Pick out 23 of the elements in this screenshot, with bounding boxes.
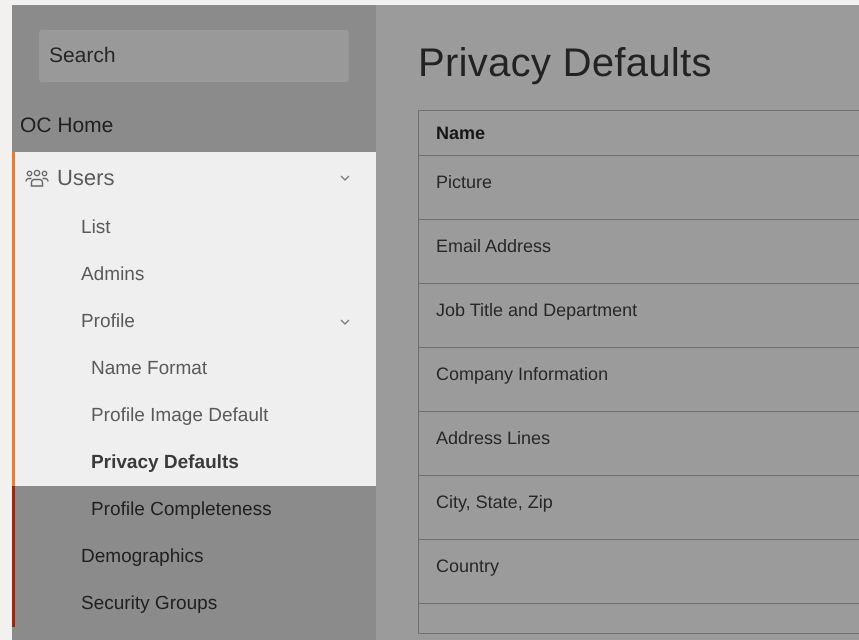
sidebar-item[interactable]: Profile [81, 310, 135, 332]
sidebar-item[interactable]: Privacy Defaults [91, 452, 239, 474]
sidebar-item[interactable]: Admins [81, 264, 144, 286]
sidebar-item[interactable]: Name Format [91, 358, 208, 380]
chevron-icon[interactable] [340, 175, 350, 181]
table-cell: Job Title and Department [418, 284, 859, 348]
users-icon [25, 169, 49, 187]
search-field[interactable]: Search [39, 30, 349, 82]
sidebar-item[interactable]: Profile Completeness [91, 498, 272, 520]
table-cell: Company Information [418, 348, 859, 412]
table-cell: Address Lines [418, 412, 859, 476]
page-title: Privacy Defaults [418, 41, 713, 86]
sidebar-item[interactable]: Users [25, 165, 114, 191]
table-cell: Picture [418, 156, 859, 220]
sidebar-item[interactable]: Demographics [81, 546, 204, 568]
sidebar-item[interactable]: OC Home [20, 114, 114, 138]
sidebar-item[interactable]: Security Groups [81, 592, 218, 614]
table-cell: Country [418, 540, 859, 604]
sidebar-item[interactable]: List [81, 216, 111, 238]
chevron-icon[interactable] [340, 318, 350, 324]
column-header: Name [418, 110, 859, 156]
table-cell: Email Address [418, 220, 859, 284]
table-cell: City, State, Zip [418, 476, 859, 540]
